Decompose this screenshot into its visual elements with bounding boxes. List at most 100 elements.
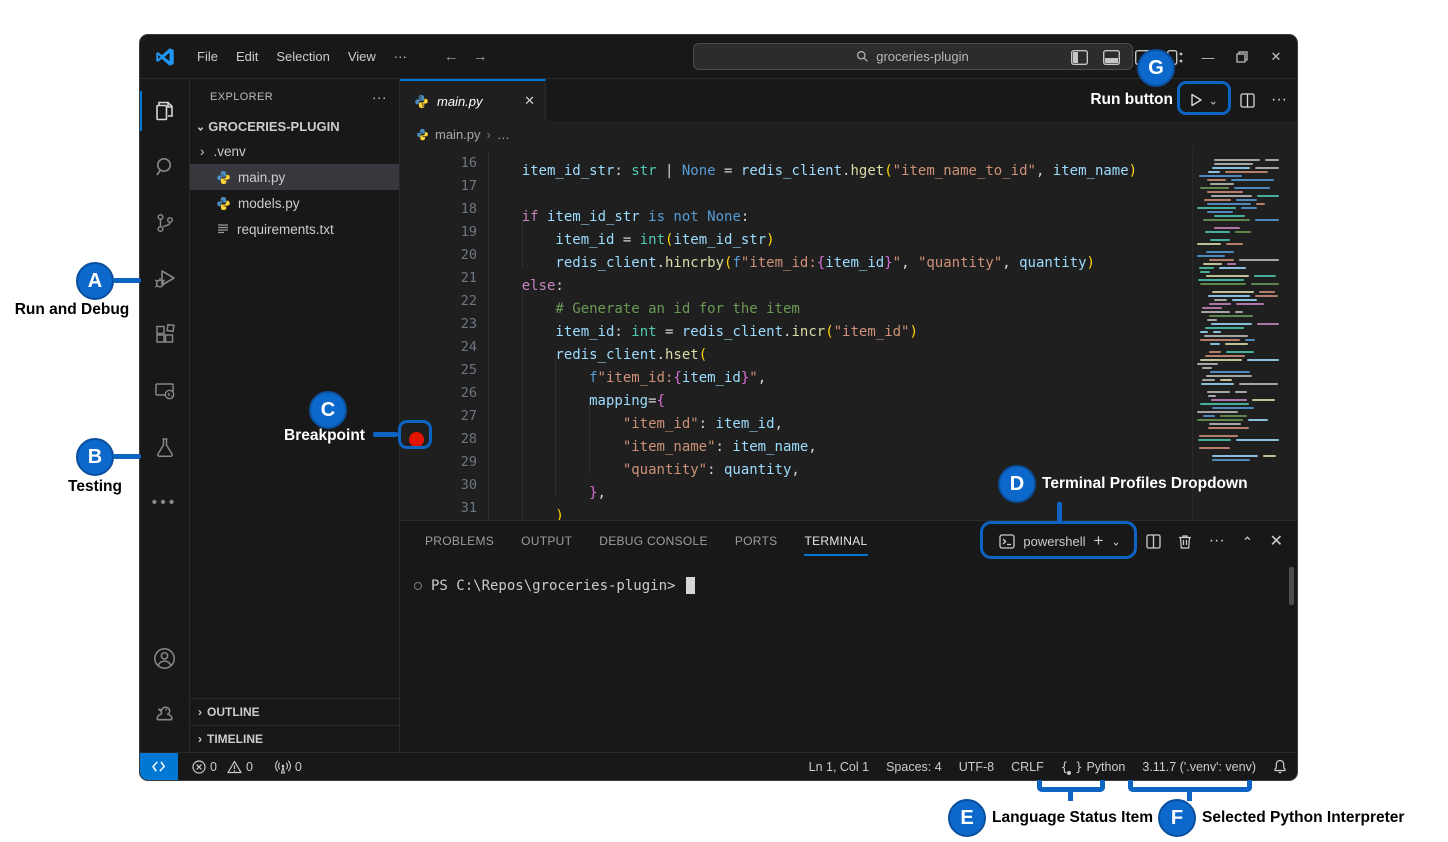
breadcrumbs[interactable]: main.py › …	[400, 121, 1297, 147]
line-number: 28	[461, 428, 477, 451]
chevron-right-icon: ›	[198, 705, 202, 719]
menu-edit[interactable]: Edit	[227, 45, 267, 68]
minimap-line	[1209, 315, 1253, 317]
panel-tab-ports[interactable]: PORTS	[735, 521, 778, 561]
gutter[interactable]: 29	[400, 451, 488, 474]
menu-more[interactable]: ···	[385, 45, 416, 68]
source-control-icon[interactable]	[140, 199, 190, 247]
testing-icon[interactable]	[140, 423, 190, 471]
file-item-requirements-txt[interactable]: requirements.txt	[190, 216, 399, 242]
search-icon	[856, 50, 869, 63]
minimap-line	[1235, 231, 1251, 233]
minimize-icon[interactable]: —	[1193, 42, 1223, 72]
section-outline[interactable]: ›OUTLINE	[190, 698, 399, 725]
panel-more-actions-icon[interactable]: ···	[1209, 532, 1225, 550]
tree-root-folder[interactable]: ⌄ GROCERIES-PLUGIN	[190, 114, 399, 138]
toggle-sidebar-icon[interactable]	[1065, 43, 1093, 71]
editor-scrollbar[interactable]	[1287, 147, 1297, 520]
file-item--venv[interactable]: ›.venv	[190, 138, 399, 164]
run-and-debug-icon[interactable]	[140, 255, 190, 303]
gutter[interactable]: 20	[400, 244, 488, 267]
gutter[interactable]: 19	[400, 221, 488, 244]
gutter[interactable]: 21	[400, 267, 488, 290]
language-label: Python	[1086, 760, 1125, 774]
split-editor-icon[interactable]	[1240, 93, 1255, 108]
explorer-more-actions-icon[interactable]: ···	[372, 89, 387, 105]
notifications-bell-icon[interactable]	[1273, 759, 1287, 774]
minimap-line	[1212, 291, 1254, 293]
annotation-line-a	[113, 278, 141, 283]
minimap[interactable]	[1192, 147, 1287, 520]
nav-back-icon[interactable]: ←	[444, 48, 459, 65]
file-item-main-py[interactable]: main.py	[190, 164, 399, 190]
minimap-line	[1236, 303, 1264, 305]
maximize-icon[interactable]	[1227, 42, 1257, 72]
panel-tab-problems[interactable]: PROBLEMS	[425, 521, 494, 561]
panel-tab-terminal[interactable]: TERMINAL	[804, 521, 867, 561]
maximize-panel-icon[interactable]: ⌄	[1242, 532, 1253, 550]
minimap-line	[1207, 211, 1233, 213]
minimap-line	[1208, 171, 1220, 173]
language-status-item[interactable]: { } Python	[1061, 760, 1126, 774]
remote-explorer-icon[interactable]	[140, 367, 190, 415]
toggle-panel-icon[interactable]	[1097, 43, 1125, 71]
explorer-icon[interactable]	[140, 87, 190, 135]
accounts-icon[interactable]	[140, 634, 190, 682]
terminal-content[interactable]: PS C:\Repos\groceries-plugin>	[400, 561, 1297, 594]
annotation-label-a: Run and Debug	[8, 301, 136, 319]
menu-view[interactable]: View	[339, 45, 385, 68]
search-sidebar-icon[interactable]	[140, 143, 190, 191]
gutter[interactable]: 31	[400, 497, 488, 520]
tab-main-py[interactable]: main.py ✕	[400, 79, 546, 121]
close-window-icon[interactable]: ✕	[1261, 42, 1291, 72]
minimap-line	[1212, 459, 1250, 461]
gutter[interactable]: 26	[400, 382, 488, 405]
gutter[interactable]: 18	[400, 198, 488, 221]
gutter[interactable]: 22	[400, 290, 488, 313]
minimap-line	[1205, 327, 1244, 329]
duck-extension-icon[interactable]	[140, 690, 190, 738]
minimap-line	[1255, 219, 1279, 221]
close-panel-icon[interactable]: ✕	[1270, 531, 1283, 551]
panel-tab-output[interactable]: OUTPUT	[521, 521, 572, 561]
error-icon	[192, 760, 206, 774]
problems-status[interactable]: 0 0	[192, 760, 253, 774]
line-number: 17	[461, 175, 477, 198]
code-line: 16item_id_str: str | None = redis_client…	[400, 152, 1192, 175]
remote-indicator[interactable]	[140, 753, 178, 781]
menu-selection[interactable]: Selection	[267, 45, 338, 68]
code-editor[interactable]: 16item_id_str: str | None = redis_client…	[400, 147, 1297, 520]
extensions-icon[interactable]	[140, 311, 190, 359]
annotation-bracket-e	[1037, 780, 1105, 792]
nav-forward-icon[interactable]: →	[473, 48, 488, 65]
kill-terminal-icon[interactable]	[1178, 534, 1192, 549]
encoding[interactable]: UTF-8	[959, 760, 994, 774]
eol-sequence[interactable]: CRLF	[1011, 760, 1044, 774]
editor-more-actions-icon[interactable]: ···	[1271, 91, 1287, 109]
gutter[interactable]: 16	[400, 152, 488, 175]
minimap-line	[1200, 271, 1210, 273]
terminal-scrollbar[interactable]	[1289, 567, 1294, 605]
gutter[interactable]: 17	[400, 175, 488, 198]
code-line: 27"item_id": item_id,	[400, 405, 1192, 428]
gutter[interactable]: 24	[400, 336, 488, 359]
menu-file[interactable]: File	[188, 45, 227, 68]
section-timeline[interactable]: ›TIMELINE	[190, 725, 399, 752]
minimap-line	[1255, 167, 1279, 169]
file-item-models-py[interactable]: models.py	[190, 190, 399, 216]
gutter[interactable]: 30	[400, 474, 488, 497]
remote-icon	[152, 760, 167, 773]
panel-tab-debug-console[interactable]: DEBUG CONSOLE	[599, 521, 708, 561]
ports-status[interactable]: 0	[275, 760, 302, 774]
annotation-line-b	[113, 454, 141, 459]
python-interpreter[interactable]: 3.11.7 ('.venv': venv)	[1142, 760, 1256, 774]
annotation-box-breakpoint	[398, 420, 432, 449]
minimap-line	[1197, 207, 1236, 209]
gutter[interactable]: 23	[400, 313, 488, 336]
indentation[interactable]: Spaces: 4	[886, 760, 942, 774]
tab-close-icon[interactable]: ✕	[524, 93, 535, 109]
minimap-line	[1197, 363, 1218, 365]
cursor-position[interactable]: Ln 1, Col 1	[809, 760, 869, 774]
gutter[interactable]: 25	[400, 359, 488, 382]
split-terminal-icon[interactable]	[1146, 534, 1161, 549]
